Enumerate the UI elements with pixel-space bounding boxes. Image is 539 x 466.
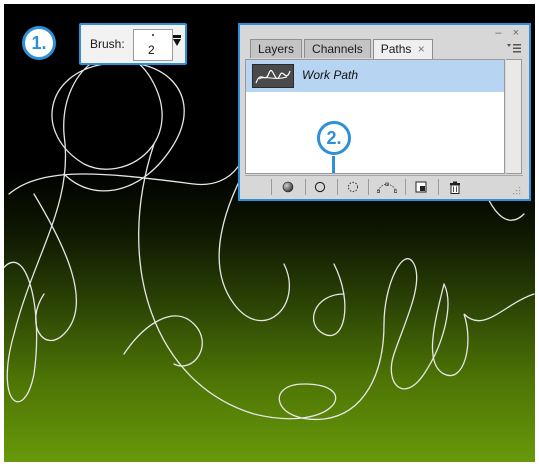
paths-panel: – × Layers Channels Paths × Work Path 2.	[238, 23, 531, 201]
panel-window-controls[interactable]: – ×	[495, 27, 523, 39]
step-1-badge: 1.	[22, 26, 56, 60]
path-name: Work Path	[302, 68, 359, 82]
toolbar-divider	[337, 179, 338, 195]
tab-channels[interactable]: Channels	[304, 39, 371, 58]
new-path-button[interactable]	[410, 179, 432, 195]
make-work-path-button[interactable]	[376, 179, 398, 195]
paths-list: Work Path	[245, 59, 505, 174]
toolbar-divider	[405, 179, 406, 195]
toolbar-divider	[271, 179, 272, 195]
load-selection-icon	[347, 181, 359, 193]
brush-size-value: 2	[148, 43, 155, 57]
fill-path-button[interactable]	[277, 179, 299, 195]
dropdown-arrow-icon	[173, 35, 181, 46]
brush-preset-picker[interactable]: 2	[133, 29, 173, 61]
tab-layers-label: Layers	[258, 42, 295, 56]
path-row-work-path[interactable]: Work Path	[246, 60, 504, 92]
brush-options-bar: Brush: 2	[79, 23, 187, 65]
toolbar-divider	[368, 179, 369, 195]
toolbar-divider	[305, 179, 306, 195]
stroke-path-button[interactable]	[309, 179, 331, 195]
paths-list-scrollbar[interactable]	[506, 59, 522, 174]
paths-panel-toolbar	[245, 175, 523, 197]
step-2-label: 2.	[326, 127, 342, 148]
resize-grip-icon[interactable]	[511, 185, 521, 195]
panel-menu-icon[interactable]	[507, 42, 521, 56]
tab-layers[interactable]: Layers	[250, 39, 303, 58]
fill-path-icon	[282, 181, 294, 193]
brush-label: Brush:	[90, 37, 125, 51]
step-2-badge: 2.	[317, 121, 351, 155]
delete-path-button[interactable]	[444, 179, 466, 195]
load-selection-button[interactable]	[342, 179, 364, 195]
tab-close-icon[interactable]: ×	[418, 42, 425, 56]
new-path-icon	[415, 181, 427, 193]
toolbar-divider	[438, 179, 439, 195]
tab-paths[interactable]: Paths ×	[372, 39, 433, 59]
tab-paths-label: Paths	[380, 42, 412, 56]
path-thumbnail	[252, 64, 294, 88]
brush-tip-dot	[152, 34, 154, 36]
panel-tabs: Layers Channels Paths ×	[250, 39, 435, 59]
step-2-pointer	[332, 156, 335, 173]
trash-icon	[450, 181, 460, 194]
step-1-label: 1.	[31, 32, 47, 53]
make-work-path-icon	[377, 182, 397, 193]
stroke-path-icon	[314, 181, 326, 193]
brush-dropdown-arrow[interactable]	[171, 31, 183, 59]
tab-channels-label: Channels	[312, 42, 363, 56]
